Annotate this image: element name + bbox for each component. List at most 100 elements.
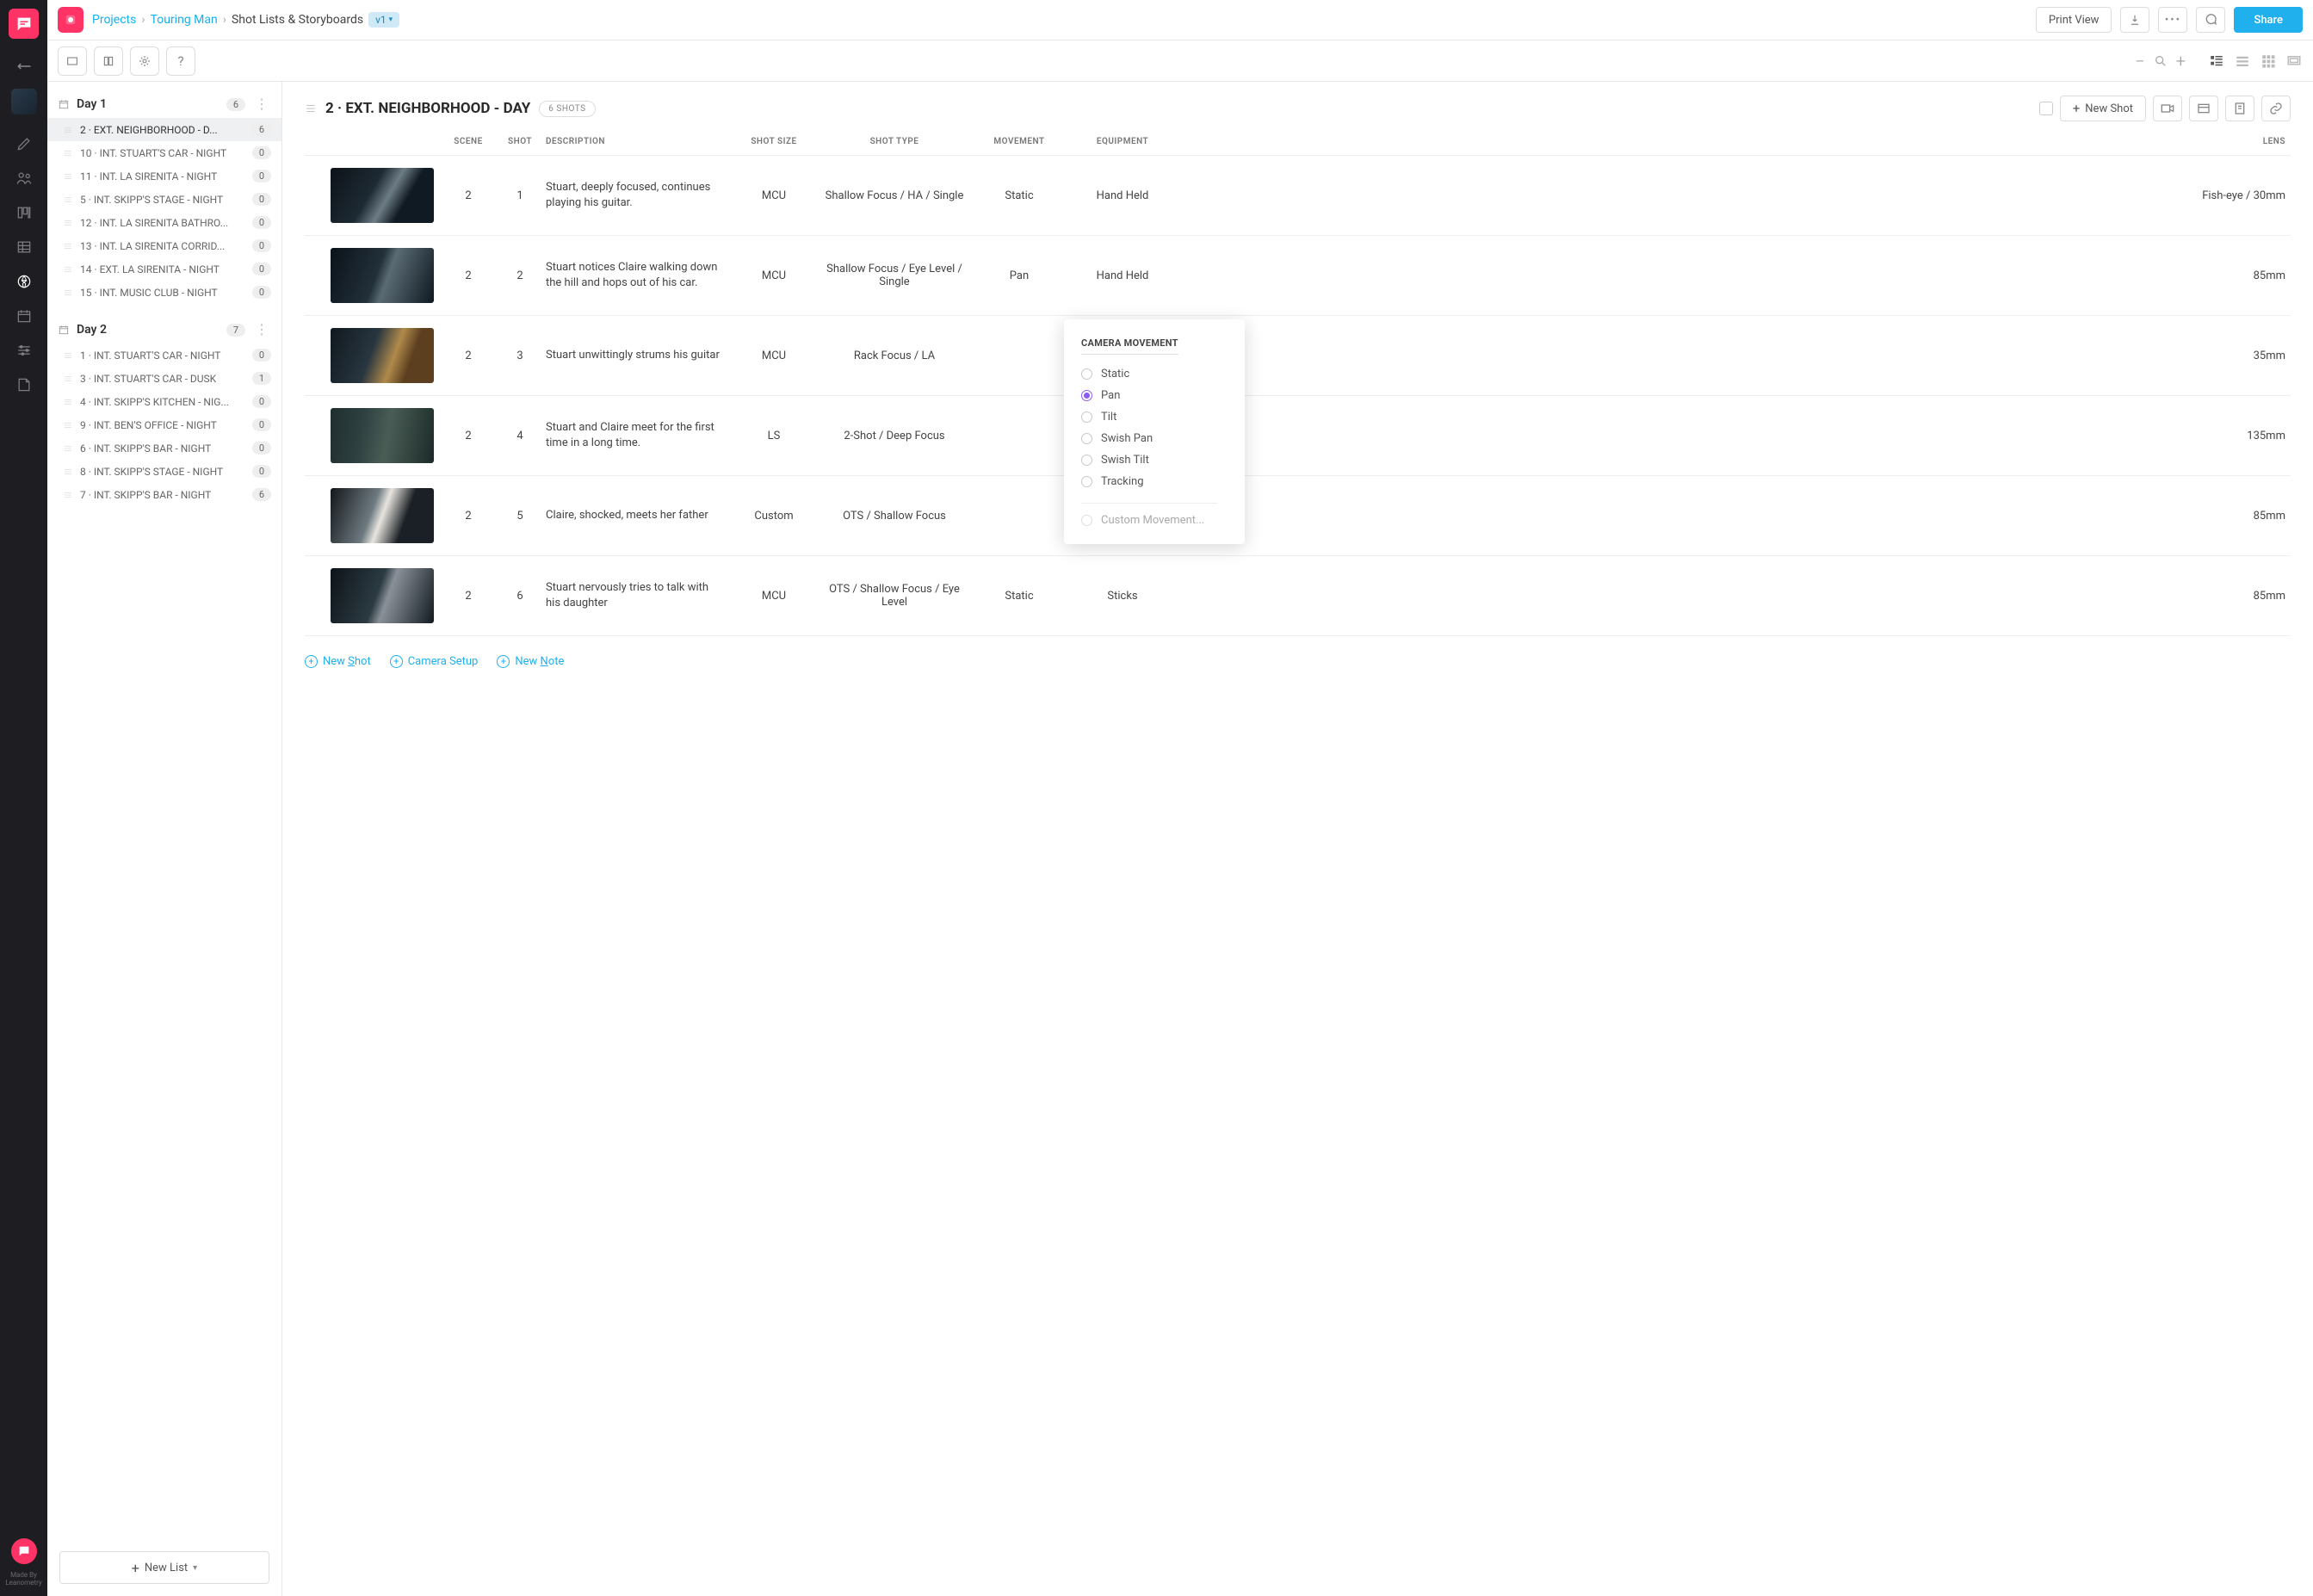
link-tool-button[interactable] — [2261, 96, 2291, 121]
new-list-button[interactable]: + New List ▾ — [59, 1551, 269, 1584]
support-chat-button[interactable] — [11, 1538, 37, 1564]
cell-shot-size[interactable]: Custom — [727, 510, 821, 523]
breadcrumb-projects[interactable]: Projects — [92, 13, 136, 27]
popover-custom-movement[interactable]: Custom Movement... — [1081, 514, 1217, 527]
sidebar-scene-item[interactable]: 7 · INT. SKIPP'S BAR - NIGHT 6 — [47, 483, 281, 506]
cell-shot-type[interactable]: Rack Focus / LA — [821, 350, 968, 362]
print-view-button[interactable]: Print View — [2036, 7, 2112, 33]
shot-thumbnail[interactable] — [331, 488, 434, 543]
cell-lens[interactable]: 135mm — [1174, 430, 2291, 442]
drag-handle-icon[interactable] — [63, 397, 73, 407]
collapse-rail-button[interactable] — [0, 54, 47, 78]
cell-shot-size[interactable]: LS — [727, 430, 821, 442]
rail-item-docs[interactable] — [0, 368, 47, 402]
rail-item-edit[interactable] — [0, 127, 47, 161]
cell-equipment[interactable]: Hand Held — [1071, 269, 1174, 282]
drag-handle-icon[interactable] — [63, 443, 73, 454]
search-icon[interactable] — [2154, 54, 2168, 68]
share-button[interactable]: Share — [2234, 7, 2303, 33]
cell-shot-type[interactable]: OTS / Shallow Focus — [821, 510, 968, 523]
drag-handle-icon[interactable] — [63, 264, 73, 275]
shot-thumbnail[interactable] — [331, 328, 434, 383]
action-camera-setup[interactable]: +Camera Setup — [390, 655, 479, 668]
drag-handle-icon[interactable] — [63, 195, 73, 205]
sidebar-scene-item[interactable]: 5 · INT. SKIPP'S STAGE - NIGHT 0 — [47, 188, 281, 211]
table-row[interactable]: 2 3 Stuart unwittingly strums his guitar… — [305, 316, 2291, 396]
popover-option[interactable]: Static — [1081, 363, 1217, 385]
rail-item-calendar[interactable] — [0, 299, 47, 333]
drag-handle-icon[interactable] — [63, 374, 73, 384]
cell-lens[interactable]: 85mm — [1174, 590, 2291, 603]
tag-tool-button[interactable] — [2189, 96, 2218, 121]
cell-movement[interactable]: Static — [968, 590, 1071, 603]
layout-mode-b[interactable] — [94, 46, 123, 76]
table-row[interactable]: 2 4 Stuart and Claire meet for the first… — [305, 396, 2291, 476]
drag-handle-icon[interactable] — [63, 171, 73, 182]
cell-movement[interactable]: Static — [968, 189, 1071, 202]
cell-shot-type[interactable]: Shallow Focus / HA / Single — [821, 189, 968, 202]
drag-handle-icon[interactable] — [63, 125, 73, 135]
action-new-note[interactable]: +New Note — [497, 655, 564, 668]
rail-item-boards[interactable] — [0, 195, 47, 230]
new-shot-button[interactable]: +New Shot — [2060, 96, 2146, 121]
drag-handle-icon[interactable] — [63, 350, 73, 361]
sidebar-scene-item[interactable]: 14 · EXT. LA SIRENITA - NIGHT 0 — [47, 257, 281, 281]
project-thumbnail[interactable] — [11, 89, 37, 114]
rail-item-sheets[interactable] — [0, 230, 47, 264]
drag-handle-icon[interactable] — [63, 148, 73, 158]
drag-handle-icon[interactable] — [63, 241, 73, 251]
cell-shot-type[interactable]: Shallow Focus / Eye Level / Single — [821, 263, 968, 288]
table-row[interactable]: 2 6 Stuart nervously tries to talk with … — [305, 556, 2291, 636]
table-row[interactable]: 2 1 Stuart, deeply focused, continues pl… — [305, 156, 2291, 236]
cell-lens[interactable]: Fish-eye / 30mm — [1174, 189, 2291, 202]
help-button[interactable]: ? — [166, 46, 195, 76]
drag-handle-icon[interactable] — [63, 420, 73, 430]
popover-option[interactable]: Swish Pan — [1081, 428, 1217, 449]
cell-shot-size[interactable]: MCU — [727, 189, 821, 202]
sidebar-scene-item[interactable]: 11 · INT. LA SIRENITA - NIGHT 0 — [47, 164, 281, 188]
sidebar-scene-item[interactable]: 4 · INT. SKIPP'S KITCHEN - NIG... 0 — [47, 390, 281, 413]
drag-handle-icon[interactable] — [305, 102, 317, 114]
camera-movement-popover[interactable]: CAMERA MOVEMENT StaticPanTiltSwish PanSw… — [1064, 319, 1245, 544]
cell-shot-type[interactable]: 2-Shot / Deep Focus — [821, 430, 968, 442]
day-more-button[interactable]: ⋮ — [252, 97, 271, 111]
popover-option[interactable]: Swish Tilt — [1081, 449, 1217, 471]
popover-option[interactable]: Tilt — [1081, 406, 1217, 428]
table-row[interactable]: 2 2 Stuart notices Claire walking down t… — [305, 236, 2291, 316]
cell-shot-size[interactable]: MCU — [727, 350, 821, 362]
cell-lens[interactable]: 85mm — [1174, 269, 2291, 282]
layout-mode-a[interactable] — [58, 46, 87, 76]
popover-option[interactable]: Pan — [1081, 385, 1217, 406]
shot-thumbnail[interactable] — [331, 568, 434, 623]
cell-shot-type[interactable]: OTS / Shallow Focus / Eye Level — [821, 583, 968, 609]
zoom-in-button[interactable]: + — [2176, 51, 2186, 71]
day-header[interactable]: Day 1 6 ⋮ — [47, 90, 281, 118]
drag-handle-icon[interactable] — [63, 288, 73, 298]
cell-equipment[interactable]: Sticks — [1071, 590, 1174, 603]
camera-tool-button[interactable] — [2153, 96, 2182, 121]
version-selector[interactable]: v1▾ — [368, 12, 399, 28]
sidebar-scene-item[interactable]: 8 · INT. SKIPP'S STAGE - NIGHT 0 — [47, 460, 281, 483]
sidebar-scene-item[interactable]: 6 · INT. SKIPP'S BAR - NIGHT 0 — [47, 436, 281, 460]
rail-item-people[interactable] — [0, 161, 47, 195]
sidebar-scene-item[interactable]: 1 · INT. STUART'S CAR - NIGHT 0 — [47, 343, 281, 367]
app-logo[interactable] — [9, 9, 39, 39]
sidebar-scene-item[interactable]: 12 · INT. LA SIRENITA BATHRO... 0 — [47, 211, 281, 234]
note-tool-button[interactable] — [2225, 96, 2254, 121]
sidebar-scene-item[interactable]: 3 · INT. STUART'S CAR - DUSK 1 — [47, 367, 281, 390]
view-grid[interactable] — [2260, 53, 2277, 70]
drag-handle-icon[interactable] — [63, 218, 73, 228]
sidebar-scene-item[interactable]: 9 · INT. BEN'S OFFICE - NIGHT 0 — [47, 413, 281, 436]
drag-handle-icon[interactable] — [63, 467, 73, 477]
table-row[interactable]: 2 5 Claire, shocked, meets her father Cu… — [305, 476, 2291, 556]
sidebar-scene-item[interactable]: 13 · INT. LA SIRENITA CORRID... 0 — [47, 234, 281, 257]
view-list-detail[interactable] — [2208, 53, 2225, 70]
cell-shot-size[interactable]: MCU — [727, 269, 821, 282]
select-all-checkbox[interactable] — [2039, 102, 2053, 115]
cell-equipment[interactable]: Hand Held — [1071, 189, 1174, 202]
comments-button[interactable] — [2196, 7, 2225, 33]
shot-thumbnail[interactable] — [331, 168, 434, 223]
settings-button[interactable] — [130, 46, 159, 76]
view-presentation[interactable] — [2285, 53, 2303, 70]
popover-option[interactable]: Tracking — [1081, 471, 1217, 492]
